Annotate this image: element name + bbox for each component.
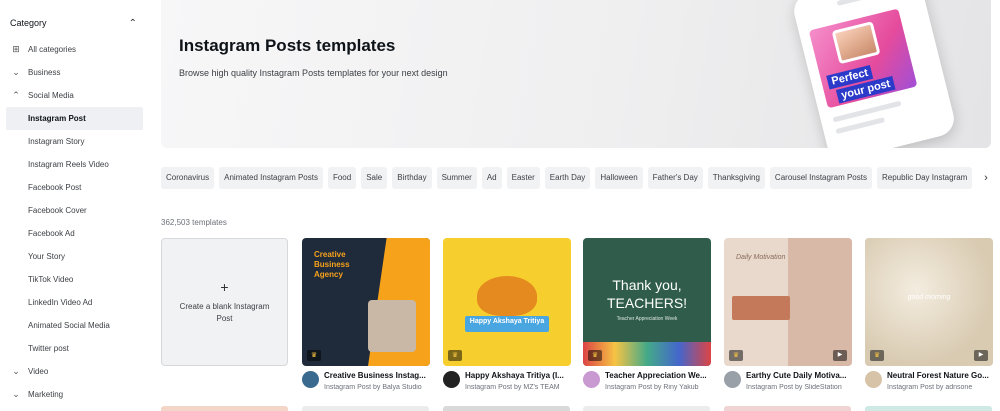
- crown-icon: ♛: [870, 350, 884, 361]
- crown-icon: ♛: [448, 350, 462, 361]
- sidebar-item-marketing[interactable]: ⌄ Marketing: [0, 383, 147, 406]
- template-title[interactable]: Earthy Cute Daily Motiva...: [746, 371, 858, 380]
- template-meta: Creative Business Instag... Instagram Po…: [302, 238, 437, 391]
- play-icon: ▶: [974, 350, 988, 361]
- chevron-down-icon: ⌄: [12, 389, 20, 399]
- chevron-up-icon: ⌃: [12, 90, 20, 100]
- avatar: [724, 371, 741, 388]
- chip-coronavirus[interactable]: Coronavirus: [161, 167, 215, 189]
- crown-icon: ♛: [729, 350, 743, 361]
- template-author: Instagram Post by SlideStation: [746, 384, 842, 391]
- sidebar-item-instagram-post[interactable]: Instagram Post: [6, 107, 143, 130]
- template-card[interactable]: [724, 406, 851, 411]
- template-card[interactable]: [161, 406, 288, 411]
- chip-birthday[interactable]: Birthday: [392, 167, 432, 189]
- sidebar-item-label: All categories: [28, 45, 77, 54]
- chip-ad[interactable]: Ad: [481, 167, 502, 189]
- chip-animated-instagram-posts[interactable]: Animated Instagram Posts: [219, 167, 323, 189]
- chevron-down-icon: ⌄: [12, 366, 20, 376]
- page-subtitle: Browse high quality Instagram Posts temp…: [179, 68, 448, 78]
- sidebar-item-instagram-reels-video[interactable]: Instagram Reels Video: [0, 153, 147, 176]
- phone-illustration: Perfect your post: [790, 0, 958, 148]
- chip-earth-day[interactable]: Earth Day: [544, 167, 591, 189]
- chip-food[interactable]: Food: [327, 167, 357, 189]
- sidebar-item-animated-social-media[interactable]: Animated Social Media: [0, 314, 147, 337]
- create-blank-button[interactable]: + Create a blank Instagram Post: [161, 238, 288, 366]
- sidebar-item-tiktok-video[interactable]: TikTok Video: [0, 268, 147, 291]
- chip-thanksgiving[interactable]: Thanksgiving: [707, 167, 765, 189]
- portrait-image: [831, 21, 881, 65]
- crown-icon: ♛: [588, 350, 602, 361]
- sidebar-item-instagram-story[interactable]: Instagram Story: [0, 130, 147, 153]
- sidebar-item-label: Marketing: [28, 390, 64, 399]
- sidebar: Category ⌃ ⊞ All categories ⌄ Business ⌃…: [0, 0, 147, 411]
- template-card[interactable]: [443, 406, 570, 411]
- avatar: [865, 371, 882, 388]
- card-photo: [368, 300, 416, 352]
- sidebar-item-facebook-cover[interactable]: Facebook Cover: [0, 199, 147, 222]
- filter-chips: Coronavirus Animated Instagram Posts Foo…: [161, 167, 991, 189]
- template-meta: Neutral Forest Nature Go... Instagram Po…: [865, 238, 1000, 391]
- hero-banner: Instagram Posts templates Browse high qu…: [161, 0, 991, 148]
- template-count: 362,503 templates: [161, 218, 227, 227]
- sidebar-item-business[interactable]: ⌄ Business: [0, 61, 147, 84]
- template-author: Instagram Post by Riny Yakub: [605, 384, 699, 391]
- card-quote-box: [732, 296, 790, 320]
- category-label: Category: [10, 18, 47, 28]
- sidebar-item-social-media[interactable]: ⌃ Social Media: [0, 84, 147, 107]
- template-meta: Teacher Appreciation We... Instagram Pos…: [583, 238, 718, 391]
- chip-summer[interactable]: Summer: [436, 167, 477, 189]
- phone-screen: Perfect your post: [808, 8, 918, 109]
- chip-halloween[interactable]: Halloween: [595, 167, 643, 189]
- chip-easter[interactable]: Easter: [506, 167, 540, 189]
- template-card[interactable]: [302, 406, 429, 411]
- card-art-subtitle: Teacher Appreciation Week: [616, 316, 678, 322]
- sidebar-item-linkedin-video-ad[interactable]: LinkedIn Video Ad: [0, 291, 147, 314]
- sidebar-item-video[interactable]: ⌄ Video: [0, 360, 147, 383]
- crown-icon: ♛: [307, 350, 321, 361]
- chip-carousel-instagram-posts[interactable]: Carousel Instagram Posts: [769, 167, 872, 189]
- avatar: [443, 371, 460, 388]
- template-title[interactable]: Neutral Forest Nature Go...: [887, 371, 999, 380]
- sidebar-item-facebook-ad[interactable]: Facebook Ad: [0, 222, 147, 245]
- sidebar-item-facebook-post[interactable]: Facebook Post: [0, 176, 147, 199]
- sidebar-item-your-story[interactable]: Your Story: [0, 245, 147, 268]
- chevron-right-icon[interactable]: ›: [978, 167, 994, 189]
- template-author: Instagram Post by adnsone: [887, 384, 973, 391]
- chip-republic-day-instagram[interactable]: Republic Day Instagram: [876, 167, 973, 189]
- card-art-title: Thank you, TEACHERS!: [606, 277, 688, 311]
- template-title[interactable]: Creative Business Instag...: [324, 371, 436, 380]
- card-art-title: good morning: [907, 294, 951, 301]
- template-title[interactable]: Teacher Appreciation We...: [605, 371, 717, 380]
- avatar: [302, 371, 319, 388]
- sidebar-item-label: Business: [28, 68, 61, 77]
- avatar: [583, 371, 600, 388]
- sidebar-item-all-categories[interactable]: ⊞ All categories: [0, 38, 147, 61]
- sidebar-item-label: Video: [28, 367, 49, 376]
- grid-icon: ⊞: [12, 44, 20, 54]
- template-grid: + Create a blank Instagram Post Creative…: [161, 238, 1000, 411]
- chevron-up-icon[interactable]: ⌃: [129, 18, 137, 29]
- template-author: Instagram Post by Balya Studio: [324, 384, 422, 391]
- create-blank-label: Create a blank Instagram Post: [179, 302, 270, 323]
- card-pot-shape: [477, 276, 537, 316]
- template-card[interactable]: [583, 406, 710, 411]
- template-card[interactable]: [865, 406, 992, 411]
- template-meta: Happy Akshaya Tritiya (I... Instagram Po…: [443, 238, 578, 391]
- chip-sale[interactable]: Sale: [361, 167, 388, 189]
- chevron-down-icon: ⌄: [12, 67, 20, 77]
- template-author: Instagram Post by MZ's TEAM: [465, 384, 560, 391]
- template-meta: Earthy Cute Daily Motiva... Instagram Po…: [724, 238, 859, 391]
- category-header[interactable]: Category ⌃: [10, 12, 137, 34]
- template-title[interactable]: Happy Akshaya Tritiya (I...: [465, 371, 577, 380]
- page-title: Instagram Posts templates: [179, 36, 396, 55]
- card-decor: [583, 342, 711, 366]
- sidebar-item-label: Social Media: [28, 91, 74, 100]
- chip-fathers-day[interactable]: Father's Day: [647, 167, 703, 189]
- plus-icon: +: [220, 279, 229, 295]
- sidebar-item-twitter-post[interactable]: Twitter post: [0, 337, 147, 360]
- card-art-title: Happy Akshaya Tritiya: [469, 318, 545, 325]
- play-icon: ▶: [833, 350, 847, 361]
